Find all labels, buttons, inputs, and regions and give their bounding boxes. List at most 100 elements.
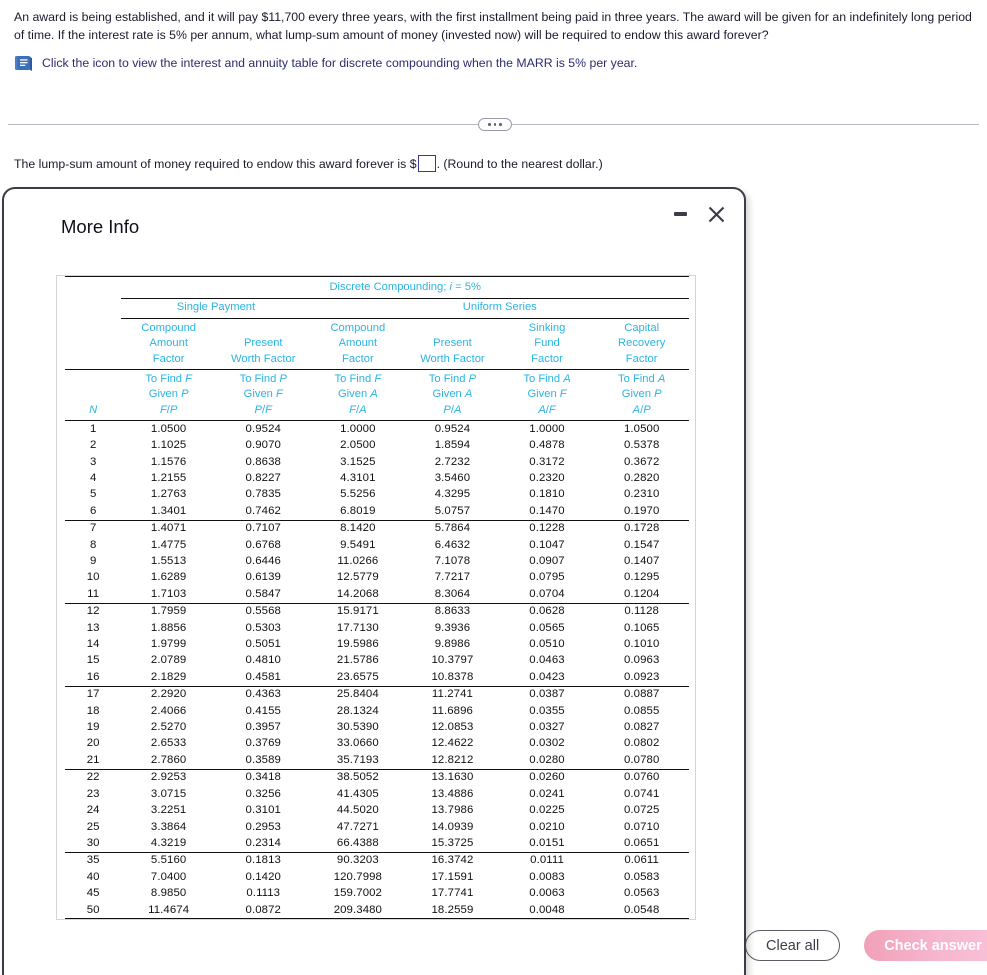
answer-input[interactable] (417, 155, 436, 172)
table-row: 16 2.1829 0.4581 23.6575 10.8378 0.0423 0.0923 (65, 669, 689, 686)
table-cell: 1.2763 (150, 488, 187, 501)
book-icon[interactable] (14, 55, 33, 72)
table-cell: 0.0802 (623, 737, 660, 750)
more-info-link-text[interactable]: Click the icon to view the interest and … (42, 55, 637, 72)
action-button-row: Clear all Check answer (745, 930, 987, 961)
table-cell: 6 (89, 504, 97, 517)
table-cell: 30 (86, 836, 100, 849)
table-cell: 45 (86, 887, 100, 900)
table-cell: 0.1810 (529, 488, 565, 501)
find-given-label: To Find P Given A P/A (428, 373, 477, 416)
answer-prefix-label: The lump-sum amount of money required to… (14, 156, 417, 171)
table-cell: 5.0757 (434, 504, 471, 517)
table-cell: 20 (86, 737, 100, 750)
table-cell: 0.3101 (245, 804, 281, 817)
table-cell: 0.0611 (624, 854, 659, 867)
table-row: 21 2.7860 0.3589 35.7193 12.8212 0.0280 0.0780 (65, 752, 689, 769)
more-info-icon-link[interactable]: Click the icon to view the interest and … (14, 55, 637, 72)
table-cell: 2.0789 (150, 654, 187, 667)
table-cell: 0.6768 (245, 538, 281, 551)
table-cell: 0.0780 (623, 753, 660, 766)
table-cell: 15 (86, 654, 100, 667)
table-cell: 0.0083 (529, 870, 565, 883)
table-cell: 9 (89, 555, 97, 567)
table-cell: 0.0563 (623, 887, 660, 900)
table-cell: 0.4581 (245, 670, 281, 683)
table-cell: 0.0583 (623, 870, 660, 883)
dialog-title: More Info (61, 216, 140, 237)
table-row: 20 2.6533 0.3769 33.0660 12.4622 0.0302 0.0802 (65, 736, 689, 752)
table-cell: 0.3418 (245, 771, 281, 784)
column-name: Capital Recovery Factor (618, 321, 666, 365)
table-row: 7 1.4071 0.7107 8.1420 5.7864 0.1228 0.1728 (65, 519, 689, 538)
table-cell: 0.0704 (529, 587, 565, 600)
table-row: 23 3.0715 0.3256 41.4305 13.4886 0.0241 0.0741 (65, 786, 689, 802)
table-cell: 0.0151 (529, 836, 565, 849)
table-cell: 0.9070 (245, 439, 281, 452)
find-given-label: To Find A Given P A/P (618, 373, 666, 416)
table-cell: 2.6533 (150, 737, 187, 750)
table-cell: 0.0741 (623, 787, 660, 800)
find-given-label: To Find A Given F A/F (523, 373, 571, 416)
table-cell: 0.0907 (529, 555, 565, 567)
table-cell: 21.5786 (336, 654, 379, 667)
table-group-header-row: Single Payment Uniform Series (65, 298, 689, 319)
table-cell: 0.5568 (245, 605, 281, 618)
table-row: 17 2.2920 0.4363 25.8404 11.2741 0.0387 0.0887 (65, 685, 689, 704)
table-row: 5 1.2763 0.7835 5.5256 4.3295 0.1810 0.2310 (65, 487, 689, 503)
group-header: Uniform Series (462, 301, 537, 314)
minimize-icon[interactable] (669, 203, 691, 225)
group-header: Single Payment (176, 301, 256, 314)
dialog-window-controls (669, 203, 727, 225)
table-cell: 25 (86, 820, 100, 833)
table-cell: 1.4775 (150, 538, 187, 551)
table-title: Discrete Compounding; i = 5% (329, 281, 481, 293)
table-cell: 0.0923 (623, 670, 660, 683)
table-cell: 11.2741 (431, 688, 473, 701)
table-row: 15 2.0789 0.4810 21.5786 10.3797 0.0463 0.0963 (65, 653, 689, 669)
table-cell: 9.8986 (434, 638, 471, 651)
table-cell: 10.8378 (431, 670, 474, 683)
table-cell: 0.2320 (529, 471, 565, 484)
table-cell: 1.1576 (150, 455, 187, 468)
table-cell: 0.1204 (623, 587, 660, 600)
table-cell: 15.3725 (431, 836, 474, 849)
table-row: 40 7.0400 0.1420 120.7998 17.1591 0.0083 0.058… (65, 869, 689, 885)
table-row: 13 1.8856 0.5303 17.7130 9.3936 0.0565 0.1065 (65, 620, 689, 636)
table-cell: 1.0000 (340, 422, 376, 435)
table-cell: 90.3203 (336, 854, 379, 867)
table-cell: 13 (86, 621, 100, 634)
check-answer-button[interactable]: Check answer (864, 930, 987, 961)
table-cell: 19 (86, 721, 100, 734)
close-icon[interactable] (705, 203, 727, 225)
table-cell: 38.5052 (336, 771, 379, 784)
table-row: 18 2.4066 0.4155 28.1324 11.6896 0.0355 0.0855 (65, 703, 689, 719)
table-cell: 1.2155 (150, 471, 187, 484)
table-cell: 0.1010 (623, 638, 660, 651)
table-cell: 1.0500 (150, 422, 187, 435)
table-cell: 0.4878 (529, 439, 565, 452)
table-cell: 1.8856 (150, 621, 187, 634)
table-cell: 3.0715 (150, 787, 187, 800)
column-name: Compound Amount Factor (330, 321, 386, 365)
table-cell: 0.1970 (623, 504, 660, 517)
table-cell: 14.2068 (336, 587, 379, 600)
table-cell: 0.9524 (434, 422, 471, 435)
clear-all-button[interactable]: Clear all (745, 930, 841, 961)
table-row: 14 1.9799 0.5051 19.5986 9.8986 0.0510 0.1010 (65, 637, 689, 653)
table-cell: 0.0280 (529, 753, 565, 766)
interest-factor-table-card: Discrete Compounding; i = 5% Single Payme… (56, 275, 696, 921)
table-cell: 24 (86, 804, 100, 817)
table-cell: 9.5491 (340, 538, 376, 551)
interest-factor-table: Discrete Compounding; i = 5% Single Payme… (65, 275, 689, 920)
table-cell: 0.0963 (623, 654, 660, 667)
table-cell: 0.0387 (529, 688, 565, 701)
divider-dots-handle[interactable] (478, 118, 512, 131)
table-cell: 2.1829 (150, 670, 187, 683)
dot-icon (493, 123, 497, 126)
table-cell: 7.0400 (150, 870, 187, 883)
table-cell: 1.8594 (434, 439, 471, 452)
table-cell: 0.3172 (529, 455, 565, 468)
table-cell: 7.1078 (434, 555, 471, 567)
column-name: Present Worth Factor (231, 337, 296, 365)
